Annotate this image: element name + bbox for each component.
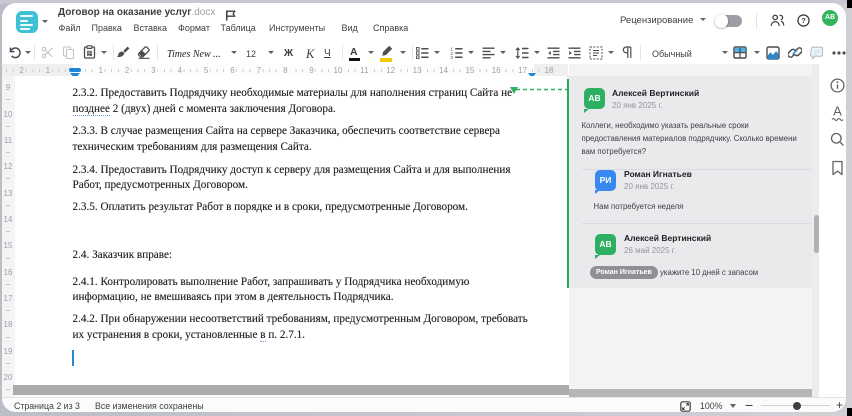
svg-text:А: А <box>833 104 842 119</box>
svg-text:3: 3 <box>450 55 453 59</box>
